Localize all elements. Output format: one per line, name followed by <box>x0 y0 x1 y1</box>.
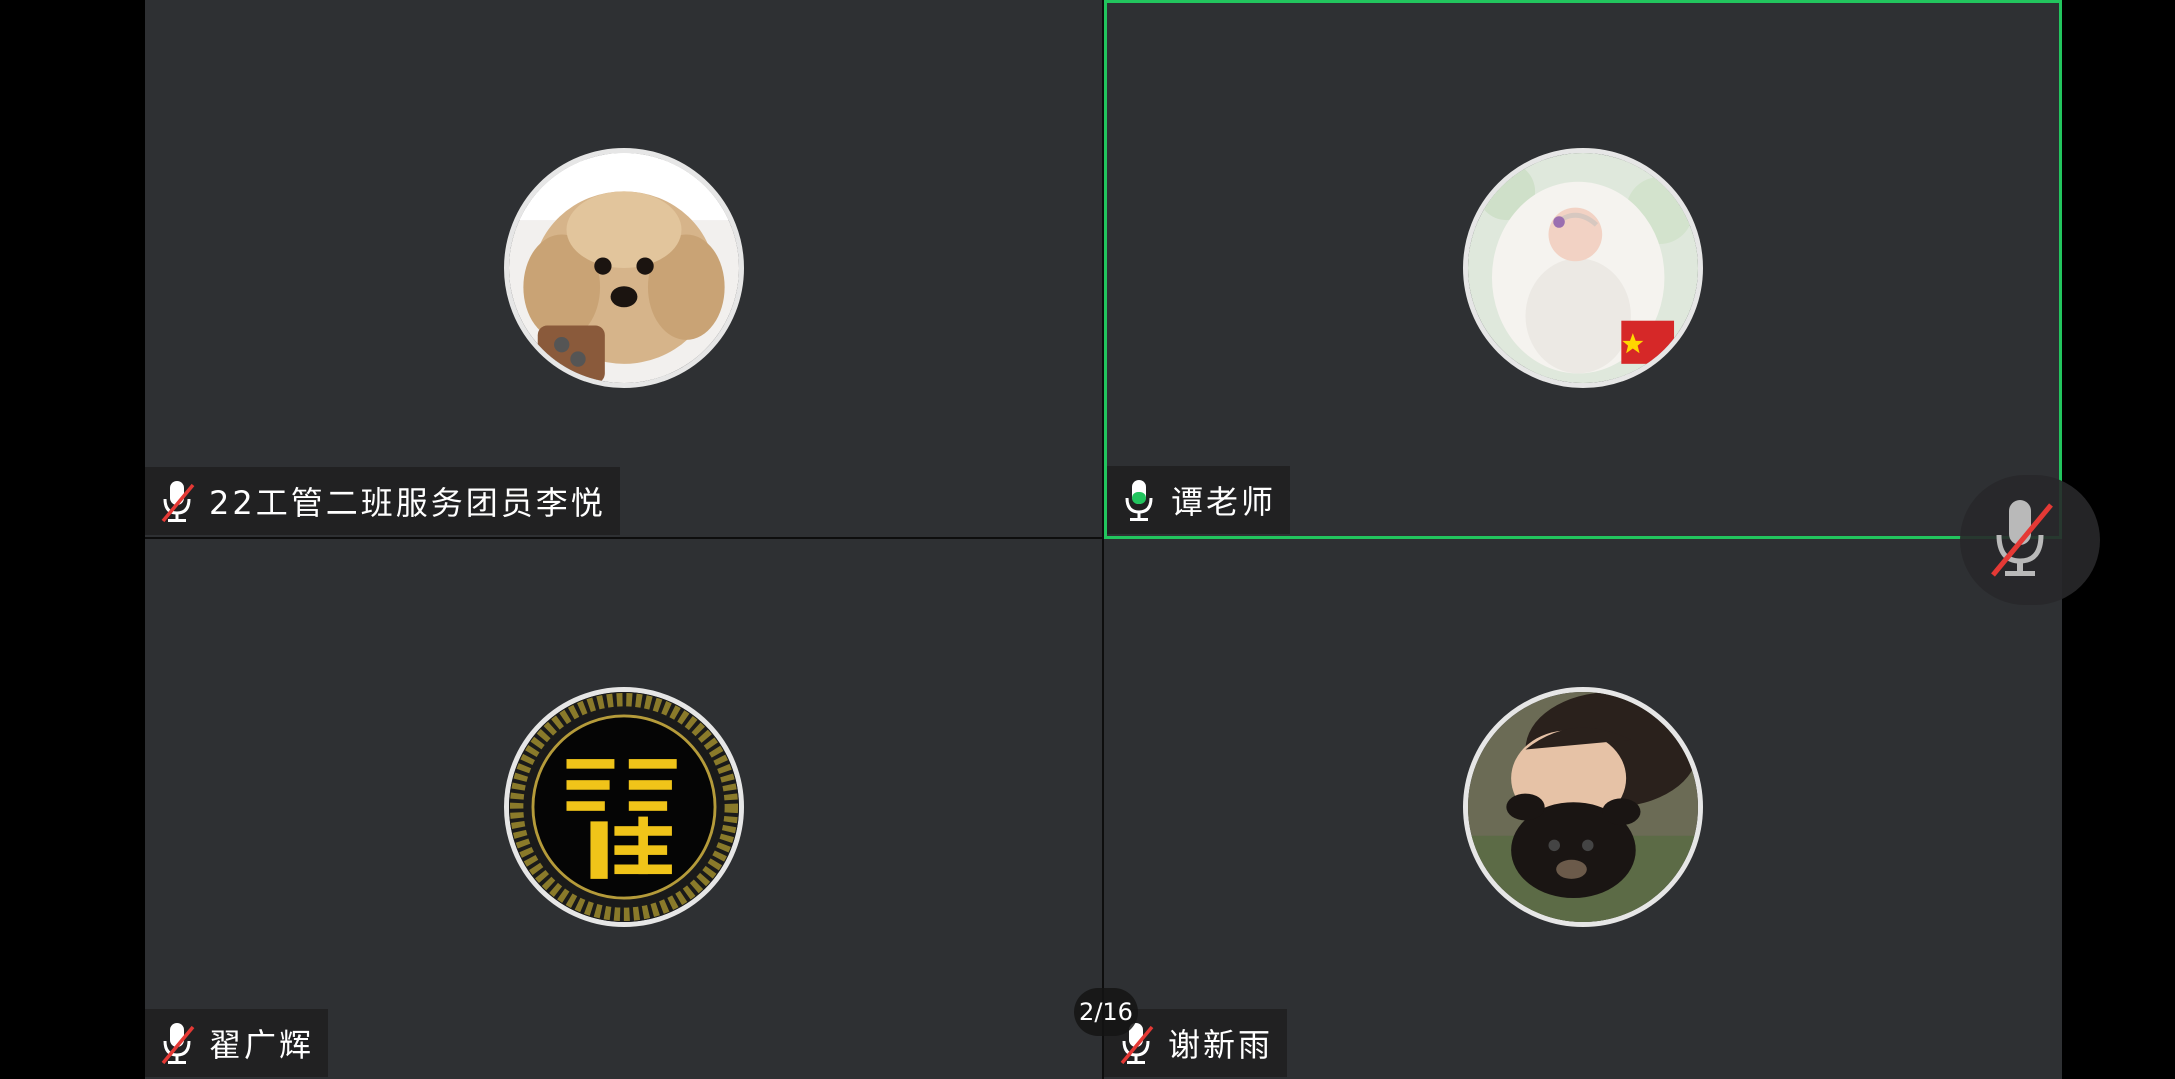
participant-nameplate: 22工管二班服务团员李悦 <box>145 467 620 535</box>
zhai-calligraphy-avatar <box>503 687 744 927</box>
participant-tile-active-speaker[interactable]: 谭老师 <box>1104 0 2062 539</box>
participant-name: 谭老师 <box>1171 483 1277 521</box>
participant-tile[interactable]: 谢新雨 <box>1104 539 2062 1079</box>
poodle-dog-avatar <box>503 148 744 388</box>
participant-nameplate: 翟广辉 <box>145 1009 329 1077</box>
person-with-puppy-avatar <box>1463 687 1703 927</box>
participant-name: 22工管二班服务团员李悦 <box>209 484 606 522</box>
page-indicator: 2/16 <box>1074 988 1138 1036</box>
mic-muted-icon[interactable] <box>157 1019 197 1067</box>
participant-tile[interactable]: 22工管二班服务团员李悦 <box>145 0 1104 539</box>
mic-active-icon[interactable] <box>1119 476 1159 524</box>
participant-tile[interactable]: 翟广辉 <box>145 539 1104 1079</box>
meeting-stage: 22工管二班服务团员李悦 谭老师 翟广辉 谢新雨 2/16 <box>0 0 2175 1079</box>
floating-mic-toggle-button[interactable] <box>1960 475 2100 605</box>
baby-avatar <box>1463 148 1703 388</box>
video-grid: 22工管二班服务团员李悦 谭老师 翟广辉 谢新雨 <box>145 0 2062 1079</box>
floating-mic-muted-icon <box>1991 500 2053 577</box>
participant-nameplate: 谭老师 <box>1107 466 1291 534</box>
participant-name: 翟广辉 <box>209 1026 315 1064</box>
participant-name: 谢新雨 <box>1168 1026 1274 1064</box>
mic-muted-icon[interactable] <box>157 477 197 525</box>
